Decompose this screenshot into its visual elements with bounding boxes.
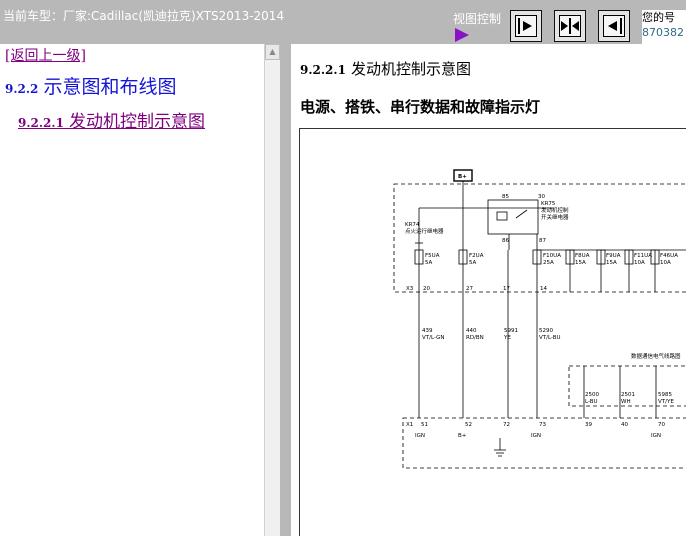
fuse-name: F8UA xyxy=(575,253,590,259)
x3-pin: 17 xyxy=(503,286,510,292)
nav-scrollbar[interactable]: ▲ xyxy=(264,44,280,536)
wire-circuit: 5991 xyxy=(504,328,518,334)
relay-pin-87: 87 xyxy=(539,238,546,244)
wire-color: L-BU xyxy=(585,399,598,405)
split-view-button[interactable] xyxy=(554,10,586,42)
account-info-label: 您的号 xyxy=(642,11,675,24)
x1-signal-label: IGN xyxy=(651,433,661,439)
x3-pin: 27 xyxy=(466,286,473,292)
x1-pin: 52 xyxy=(465,422,472,428)
section-number: 9.2.2 xyxy=(5,82,39,96)
show-right-pane-button[interactable] xyxy=(510,10,542,42)
current-vehicle-label: 当前车型：厂家:Cadillac(凯迪拉克)XTS2013-2014 xyxy=(3,9,285,23)
x1-pin: 40 xyxy=(621,422,628,428)
bplus-label: B+ xyxy=(458,174,467,180)
top-toolbar: 当前车型：厂家:Cadillac(凯迪拉克)XTS2013-2014 视图控制 xyxy=(0,0,686,44)
data-bus-label: 数据通信电气线路图 xyxy=(631,352,681,360)
x3-pin: 14 xyxy=(540,286,547,292)
wire-color: WH xyxy=(621,399,631,405)
fuse-name: F46UA xyxy=(660,253,678,259)
fuse-amp: 5A xyxy=(469,260,476,266)
x3-pin: 20 xyxy=(423,286,430,292)
wire-color: RD/BN xyxy=(466,335,484,341)
fuse-amp: 15A xyxy=(575,260,586,266)
pane-divider[interactable] xyxy=(280,44,291,536)
x1-signal-label: IGN xyxy=(415,433,425,439)
x1-pin: 51 xyxy=(421,422,428,428)
fuse-name: F9UA xyxy=(606,253,621,259)
section-heading[interactable]: 9.2.2 示意图和布线图 xyxy=(5,72,177,99)
x1-signal-label: B+ xyxy=(458,433,467,439)
fuse-name: F2UA xyxy=(469,253,484,259)
relay-pin-86: 86 xyxy=(502,238,509,244)
relay-desc-2: 开关继电器 xyxy=(541,213,569,221)
relay-desc-1: 发动机控制 xyxy=(541,206,569,214)
view-control-label: 视图控制 xyxy=(453,12,502,26)
arrow-right-icon xyxy=(518,18,532,34)
relay-switch xyxy=(515,209,528,219)
content-title-text: 发动机控制示意图 xyxy=(351,60,472,78)
relay-kr75-box xyxy=(487,199,539,235)
x1-pin: 73 xyxy=(539,422,546,428)
x1-pin: 39 xyxy=(585,422,592,428)
fuse-amp: 10A xyxy=(634,260,645,266)
navigation-pane: [返回上一级] 9.2.2 示意图和布线图 9.2.2.1 发动机控制示意图 xyxy=(0,44,264,536)
subsection-number: 9.2.2.1 xyxy=(18,116,64,130)
wire-circuit: 439 xyxy=(422,328,433,334)
subsection-title: 发动机控制示意图 xyxy=(69,112,206,132)
fuse-name: F5UA xyxy=(425,253,440,259)
show-left-pane-button[interactable] xyxy=(598,10,630,42)
section-title: 示意图和布线图 xyxy=(43,76,177,98)
back-link[interactable]: [返回上一级] xyxy=(5,45,86,65)
wire-circuit: 2500 xyxy=(585,392,599,398)
fuse-amp: 5A xyxy=(425,260,432,266)
kr74-name: KR74 xyxy=(405,222,420,228)
wiring-diagram: B+ 85 30 86 87 KR75 发动机控制 开关继电器 KR74 点火运… xyxy=(393,169,686,469)
fuse-name: F10UA xyxy=(543,253,561,259)
subsection-link[interactable]: 9.2.2.1 发动机控制示意图 xyxy=(18,107,205,132)
connector-x1-label: X1 xyxy=(406,422,413,428)
wire-circuit: 5290 xyxy=(539,328,553,334)
x1-pin: 72 xyxy=(503,422,510,428)
wire-color: VT/YE xyxy=(658,399,674,405)
x1-pin: 70 xyxy=(658,422,665,428)
relay-name: KR75 xyxy=(541,201,556,207)
relay-pin-30: 30 xyxy=(538,194,545,200)
wire-circuit: 5985 xyxy=(658,392,672,398)
split-arrows-icon xyxy=(561,18,579,34)
kr74-desc: 点火运行继电器 xyxy=(405,227,444,235)
content-title-number: 9.2.2.1 xyxy=(300,63,346,77)
content-title: 9.2.2.1 发动机控制示意图 xyxy=(300,58,471,79)
play-arrow-icon[interactable] xyxy=(455,28,469,42)
wire-circuit: 440 xyxy=(466,328,477,334)
account-info: 您的号 870382 xyxy=(642,10,686,44)
wire-color: YE xyxy=(503,335,511,341)
wire-color: VT/L-BU xyxy=(539,335,561,341)
relay-coil xyxy=(496,211,508,221)
scroll-up-icon[interactable]: ▲ xyxy=(265,44,280,60)
wire-circuit: 2501 xyxy=(621,392,635,398)
fuse-name: F11UA xyxy=(634,253,652,259)
content-subtitle: 电源、搭铁、串行数据和故障指示灯 xyxy=(300,98,541,116)
arrow-left-icon xyxy=(608,18,622,34)
wire-color: VT/L-GN xyxy=(422,335,445,341)
account-number: 870382 xyxy=(642,26,684,39)
x1-signal-label: IGN xyxy=(531,433,541,439)
fuse-amp: 25A xyxy=(543,260,554,266)
fuse-amp: 15A xyxy=(606,260,617,266)
connector-x3-label: X3 xyxy=(406,286,414,292)
relay-pin-85: 85 xyxy=(502,194,509,200)
fuse-amp: 10A xyxy=(660,260,671,266)
